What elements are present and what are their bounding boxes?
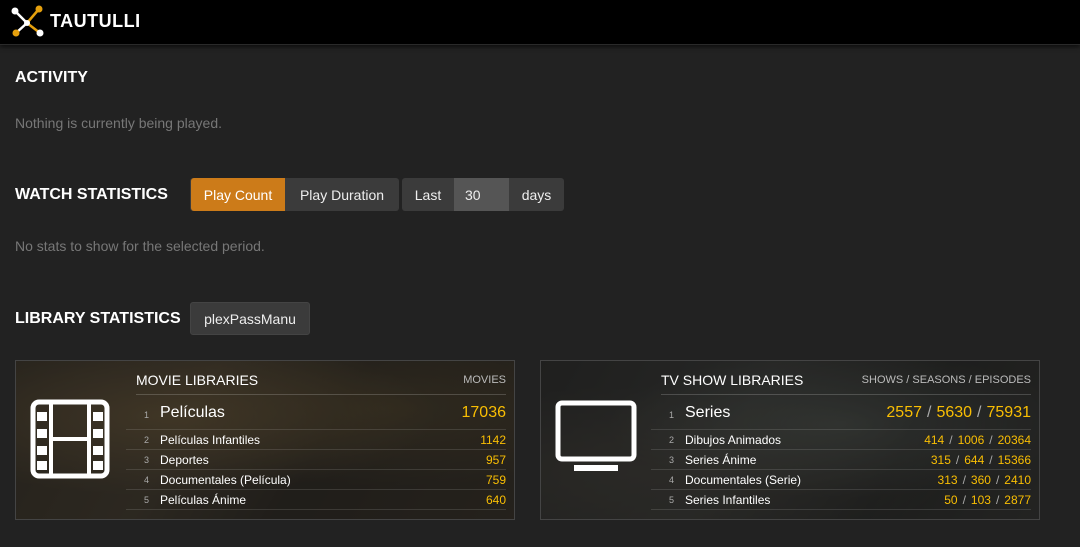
- shows-count: 50: [944, 493, 958, 507]
- library-name: Series: [685, 404, 731, 421]
- rank-number: 3: [669, 455, 675, 465]
- rank-number: 5: [669, 495, 675, 505]
- tv-library-row[interactable]: 3 Series Ánime 315/644/15366: [651, 450, 1031, 470]
- seasons-count: 5630: [936, 404, 973, 421]
- days-input[interactable]: [454, 178, 509, 211]
- library-count: 759: [485, 473, 506, 487]
- activity-heading: ACTIVITY: [15, 69, 88, 86]
- brand-home-link[interactable]: TAUTULLI: [8, 2, 141, 40]
- seasons-count: 644: [964, 453, 985, 467]
- tv-library-row[interactable]: 1 Series 2557/5630/75931: [651, 400, 1031, 430]
- library-counts: 414/1006/20364: [924, 433, 1031, 447]
- library-name: Películas Ánime: [160, 493, 247, 507]
- film-icon: [30, 399, 110, 479]
- rank-number: 4: [669, 475, 675, 485]
- library-name: Deportes: [160, 453, 209, 467]
- tv-library-row[interactable]: 2 Dibujos Animados 414/1006/20364: [651, 430, 1031, 450]
- movie-library-row[interactable]: 1 Películas 17036: [126, 400, 506, 430]
- days-label: days: [510, 178, 563, 211]
- library-counts: 50/103/2877: [944, 493, 1031, 507]
- shows-count: 2557: [886, 404, 922, 421]
- shows-count: 414: [924, 433, 945, 447]
- library-name: Dibujos Animados: [685, 433, 782, 447]
- play-duration-button[interactable]: Play Duration: [286, 178, 398, 211]
- movie-library-row[interactable]: 4 Documentales (Película) 759: [126, 470, 506, 490]
- tv-card-title: TV SHOW LIBRARIES: [661, 372, 804, 388]
- rank-number: 4: [144, 475, 150, 485]
- rank-number: 1: [144, 410, 150, 420]
- server-select-button[interactable]: plexPassManu: [190, 302, 310, 335]
- episodes-count: 20364: [997, 433, 1031, 447]
- watch-statistics-heading: WATCH STATISTICS: [15, 186, 168, 203]
- movie-card-type-label: MOVIES: [463, 374, 506, 386]
- library-counts: 2557/5630/75931: [886, 404, 1032, 421]
- library-count: 17036: [461, 404, 507, 421]
- library-counts: 313/360/2410: [937, 473, 1031, 487]
- library-count: 640: [485, 493, 506, 507]
- library-statistics-heading: LIBRARY STATISTICS: [15, 310, 181, 327]
- watch-stats-empty-text: No stats to show for the selected period…: [15, 238, 265, 254]
- episodes-count: 15366: [997, 453, 1031, 467]
- shows-count: 315: [930, 453, 951, 467]
- tv-library-row[interactable]: 4 Documentales (Serie) 313/360/2410: [651, 470, 1031, 490]
- library-counts: 315/644/15366: [930, 453, 1031, 467]
- library-name: Series Infantiles: [685, 493, 771, 507]
- episodes-count: 75931: [986, 404, 1032, 421]
- rank-number: 2: [669, 435, 675, 445]
- movie-card-header: MOVIE LIBRARIES MOVIES: [136, 371, 506, 395]
- tv-library-row[interactable]: 5 Series Infantiles 50/103/2877: [651, 490, 1031, 510]
- library-count: 1142: [480, 433, 506, 447]
- tv-library-list: 1 Series 2557/5630/75931 2 Dibujos Anima…: [651, 400, 1031, 510]
- top-navbar: TAUTULLI: [0, 0, 1080, 45]
- tv-card-type-label: SHOWS / SEASONS / EPISODES: [861, 374, 1031, 386]
- rank-number: 5: [144, 495, 150, 505]
- movie-libraries-card: MOVIE LIBRARIES MOVIES 1 Películas 17036…: [15, 360, 515, 520]
- movie-library-list: 1 Películas 17036 2 Películas Infantiles…: [126, 400, 506, 510]
- movie-library-row[interactable]: 2 Películas Infantiles 1142: [126, 430, 506, 450]
- library-count: 957: [485, 453, 506, 467]
- tv-icon: [555, 400, 637, 471]
- tautulli-logo-icon: [11, 5, 44, 37]
- last-label: Last: [403, 178, 453, 211]
- rank-number: 2: [144, 435, 150, 445]
- rank-number: 1: [669, 410, 675, 420]
- seasons-count: 360: [970, 473, 991, 487]
- movie-library-row[interactable]: 5 Películas Ánime 640: [126, 490, 506, 510]
- shows-count: 313: [937, 473, 958, 487]
- movie-library-row[interactable]: 3 Deportes 957: [126, 450, 506, 470]
- rank-number: 3: [144, 455, 150, 465]
- seasons-count: 1006: [957, 433, 985, 447]
- library-name: Documentales (Película): [160, 473, 291, 487]
- library-name: Documentales (Serie): [685, 473, 802, 487]
- library-name: Películas: [160, 404, 225, 421]
- app-name: TAUTULLI: [50, 10, 141, 31]
- tv-card-header: TV SHOW LIBRARIES SHOWS / SEASONS / EPIS…: [661, 371, 1031, 395]
- movie-card-title: MOVIE LIBRARIES: [136, 372, 259, 388]
- episodes-count: 2877: [1004, 493, 1031, 507]
- tv-show-libraries-card: TV SHOW LIBRARIES SHOWS / SEASONS / EPIS…: [540, 360, 1040, 520]
- library-name: Películas Infantiles: [160, 433, 261, 447]
- library-name: Series Ánime: [685, 453, 757, 467]
- play-count-button[interactable]: Play Count: [191, 178, 285, 211]
- episodes-count: 2410: [1004, 473, 1031, 487]
- seasons-count: 103: [970, 493, 991, 507]
- activity-empty-text: Nothing is currently being played.: [15, 115, 223, 131]
